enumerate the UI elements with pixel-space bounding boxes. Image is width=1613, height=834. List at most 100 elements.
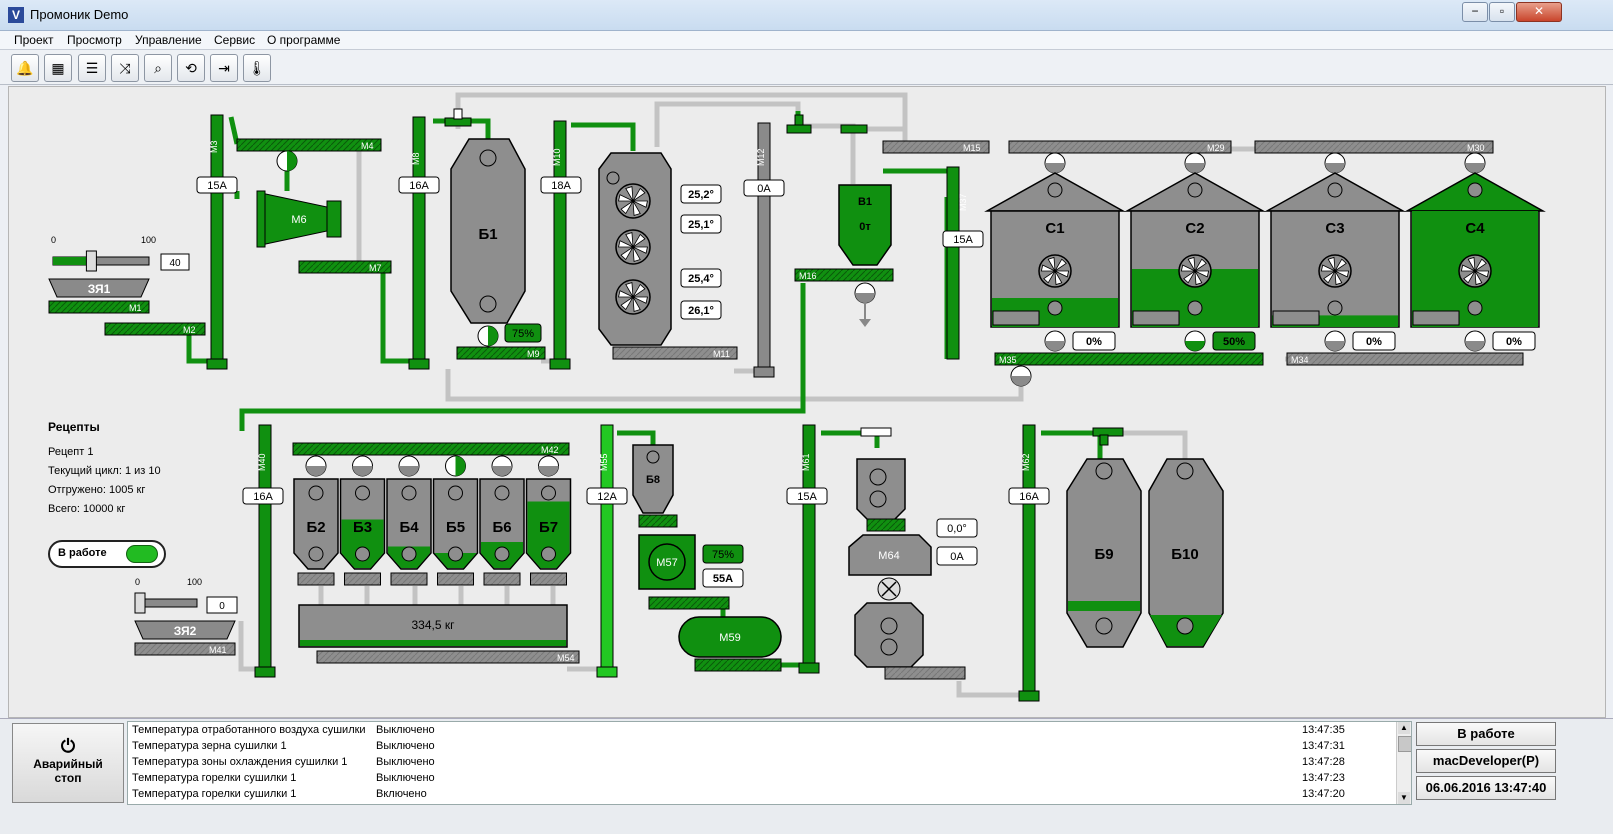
elevator-m12: M12 (753, 122, 775, 378)
silo-fan-icon (1178, 254, 1212, 288)
dryer: 25,2° 25,1° 25,4° 26,1° M11 (598, 152, 738, 360)
svg-text:15А: 15А (953, 234, 973, 246)
svg-text:0: 0 (219, 601, 225, 612)
svg-text:75%: 75% (512, 328, 534, 340)
menu-view[interactable]: Просмотр (67, 33, 122, 47)
hopper-3: Б3 (339, 455, 386, 586)
feeder1-slider-handle[interactable] (85, 250, 97, 272)
svg-text:M57: M57 (656, 557, 677, 569)
work-state-toggle[interactable]: В работе (48, 540, 166, 568)
hopper-feeder (483, 572, 521, 586)
scroll-thumb[interactable] (1398, 736, 1411, 752)
m64-group: M64 0,0° 0А (848, 427, 978, 680)
svg-text:Б9: Б9 (1094, 546, 1113, 563)
elevator-m8: M8 (408, 116, 430, 370)
svg-text:Б8: Б8 (646, 474, 660, 486)
window-title: Промоник Demo (30, 7, 129, 22)
emergency-stop-button[interactable]: ⏻ Аварийный стоп (12, 723, 124, 803)
svg-text:100: 100 (141, 235, 156, 245)
bottom-silo-conveyors: M35 M34 (994, 352, 1524, 387)
repeat-icon[interactable]: ⟲ (177, 54, 205, 82)
power-icon: ⏻ (60, 736, 76, 756)
svg-text:M10: M10 (552, 148, 562, 166)
hopper-feeder (530, 572, 567, 586)
silo-fan-icon (1038, 254, 1072, 288)
elevator-m37: M37 (946, 166, 968, 360)
recipes-title: Рецепты (48, 420, 100, 434)
hopper-label: Б5 (446, 519, 465, 536)
svg-text:0т: 0т (859, 221, 871, 233)
feeder2-slider-handle[interactable] (134, 592, 146, 614)
status-datetime: 06.06.2016 13:47:40 (1416, 776, 1556, 800)
elevator-m61: M61 (798, 424, 820, 674)
menu-project[interactable]: Проект (14, 33, 54, 47)
scroll-up-icon[interactable]: ▲ (1398, 722, 1410, 734)
work-state-indicator (126, 545, 158, 563)
hopper-label: Б4 (399, 519, 419, 536)
shuffle-icon[interactable]: ⤨ (111, 54, 139, 82)
menu-about[interactable]: О программе (267, 33, 340, 47)
hopper-feeder (344, 572, 381, 586)
menu-service[interactable]: Сервис (214, 33, 255, 47)
svg-text:18А: 18А (551, 180, 571, 192)
svg-text:M59: M59 (719, 632, 740, 644)
current-m10: 18А (540, 176, 582, 194)
menu-control[interactable]: Управление (135, 33, 202, 47)
silo-label: С4 (1465, 220, 1485, 237)
recipes-panel: Рецепты Рецепт 1 Текущий цикл: 1 из 10 О… (48, 418, 161, 519)
alarm-bell-icon[interactable]: 🔔 (11, 54, 39, 82)
title-bar: V Промоник Demo − ▫ ✕ (0, 0, 1613, 31)
svg-text:M42: M42 (541, 445, 559, 455)
silo-fan-icon (1458, 254, 1492, 288)
svg-text:0: 0 (135, 577, 140, 587)
svg-text:M1: M1 (129, 303, 142, 313)
silo-fan-icon (1318, 254, 1352, 288)
search-icon[interactable]: ⌕ (144, 54, 172, 82)
log-scrollbar[interactable]: ▲ ▼ (1396, 722, 1411, 804)
svg-text:26,1°: 26,1° (688, 305, 714, 317)
svg-text:ЗЯ2: ЗЯ2 (174, 624, 197, 638)
svg-text:12А: 12А (597, 491, 617, 503)
calendar-icon[interactable]: ▦ (44, 54, 72, 82)
close-button[interactable]: ✕ (1516, 2, 1562, 22)
event-log[interactable]: Температура отработанного воздуха сушилк… (127, 721, 1412, 805)
bottom-panel: ⏻ Аварийный стоп Температура отработанно… (0, 718, 1613, 834)
recipe-name[interactable]: Рецепт 1 (48, 443, 161, 462)
svg-text:0А: 0А (757, 183, 771, 195)
scroll-down-icon[interactable]: ▼ (1398, 792, 1410, 804)
sign-in-icon[interactable]: ⇥ (210, 54, 238, 82)
feeder2-slider-track[interactable] (136, 598, 198, 608)
maximize-button[interactable]: ▫ (1489, 2, 1515, 22)
svg-text:В1: В1 (858, 196, 872, 208)
hopper-feeder (437, 572, 474, 586)
svg-text:M37: M37 (958, 193, 968, 211)
list-icon[interactable]: ☰ (78, 54, 106, 82)
svg-text:M11: M11 (713, 349, 730, 359)
svg-text:16А: 16А (409, 180, 429, 192)
svg-text:M3: M3 (209, 140, 219, 153)
app-logo-icon: V (8, 7, 24, 23)
recipe-shipped: Отгружено: 1005 кг (48, 484, 146, 496)
svg-text:M40: M40 (257, 453, 267, 471)
svg-text:M62: M62 (1021, 453, 1031, 471)
svg-text:M29: M29 (1207, 143, 1225, 153)
silo-percent: 50% (1223, 336, 1245, 348)
hopper-b1: Б1 75% M9 (450, 138, 546, 360)
m4-m6-m7: M4 M6 M7 (236, 138, 392, 274)
feeder-zya2: 0 100 0 ЗЯ2 M41 (134, 577, 238, 656)
current-m55: 12А (586, 487, 628, 505)
svg-text:M9: M9 (527, 349, 540, 359)
svg-text:M34: M34 (1291, 355, 1309, 365)
thermometer-icon[interactable]: 🌡 (243, 54, 271, 82)
emergency-line2: стоп (54, 771, 82, 785)
hopper-2: Б2 (293, 455, 339, 586)
svg-text:M15: M15 (963, 143, 981, 153)
status-user[interactable]: macDeveloper(P) (1416, 749, 1556, 773)
hopper-feeder (297, 572, 335, 586)
work-state-label: В работе (58, 547, 107, 559)
svg-text:0А: 0А (950, 551, 964, 563)
silo-2: С2 50% (1124, 152, 1266, 352)
hopper-7: Б7 (525, 455, 572, 586)
minimize-button[interactable]: − (1462, 2, 1488, 22)
hopper-5: Б5 (432, 455, 479, 586)
